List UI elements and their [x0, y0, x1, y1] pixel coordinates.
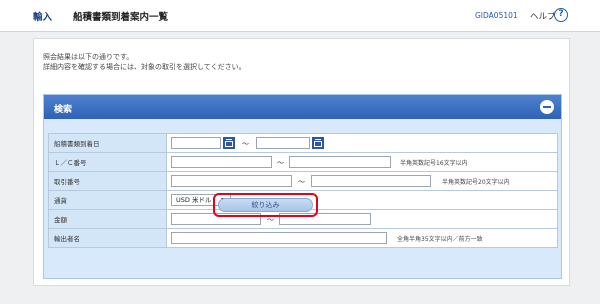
lc-number-from-input[interactable]	[171, 156, 272, 168]
search-panel-header[interactable]: 検索	[44, 95, 561, 119]
exporter-name-hint: 全角半角35文字以内／前方一致	[397, 236, 483, 243]
transaction-number-from-input[interactable]	[171, 175, 292, 187]
row-arrival-date: 船積書類到着日 〜	[48, 133, 558, 153]
intro-text: 照会結果は以下の通りです。 詳細内容を確認する場合には、対象の取引を選択してくだ…	[43, 52, 246, 72]
row-transaction-number: 取引番号 〜 半角英数記号20文字以内	[48, 171, 558, 191]
lc-number-hint: 半角英数記号16文字以内	[400, 160, 468, 167]
lc-number-label: Ｌ／Ｃ番号	[48, 152, 167, 172]
filter-button[interactable]: 絞り込み	[218, 198, 313, 212]
transaction-number-hint: 半角英数記号20文字以内	[442, 179, 510, 186]
arrival-date-to-input[interactable]	[256, 137, 310, 149]
help-link[interactable]: ヘルプ	[530, 10, 556, 22]
exporter-name-label: 輸出者名	[48, 228, 167, 248]
screen-id: GIDA05101	[475, 11, 518, 20]
range-separator: 〜	[242, 140, 249, 148]
breadcrumb-import[interactable]: 輸入	[33, 9, 52, 23]
transaction-number-to-input[interactable]	[311, 175, 431, 187]
top-bar: 輸入 船積書類到着案内一覧 GIDA05101 ヘルプ ?	[0, 0, 600, 32]
row-lc-number: Ｌ／Ｃ番号 〜 半角英数記号16文字以内	[48, 152, 558, 172]
range-separator: 〜	[298, 178, 305, 186]
lc-number-to-input[interactable]	[289, 156, 391, 168]
range-separator: 〜	[277, 159, 284, 167]
question-circle-icon[interactable]: ?	[554, 8, 568, 22]
intro-line-1: 照会結果は以下の通りです。	[43, 53, 134, 61]
calendar-icon[interactable]	[312, 137, 324, 149]
row-exporter-name: 輸出者名 全角半角35文字以内／前方一致	[48, 228, 558, 248]
currency-selected-value: USD 米ドル	[176, 196, 212, 204]
search-form-table: 船積書類到着日 〜 Ｌ／Ｃ番号 〜 半角英数記号16文字以内 取引番号 〜 半角…	[48, 133, 558, 248]
exporter-name-input[interactable]	[171, 232, 387, 244]
page-title: 船積書類到着案内一覧	[73, 12, 169, 23]
intro-line-2: 詳細内容を確認する場合には、対象の取引を選択してください。	[43, 63, 246, 71]
filter-button-highlight: 絞り込み	[213, 193, 318, 217]
search-panel-title: 検索	[54, 105, 73, 115]
amount-label: 金額	[48, 209, 167, 229]
calendar-icon[interactable]	[223, 137, 235, 149]
arrival-date-from-input[interactable]	[171, 137, 221, 149]
content-card: 照会結果は以下の通りです。 詳細内容を確認する場合には、対象の取引を選択してくだ…	[33, 38, 570, 286]
arrival-date-label: 船積書類到着日	[48, 133, 167, 153]
transaction-number-label: 取引番号	[48, 171, 167, 191]
minus-circle-icon[interactable]	[540, 100, 554, 114]
search-panel: 検索 船積書類到着日 〜 Ｌ／Ｃ番号 〜 半角英数記号16文字以内 取引番号 〜…	[43, 94, 562, 279]
currency-label: 通貨	[48, 190, 167, 210]
